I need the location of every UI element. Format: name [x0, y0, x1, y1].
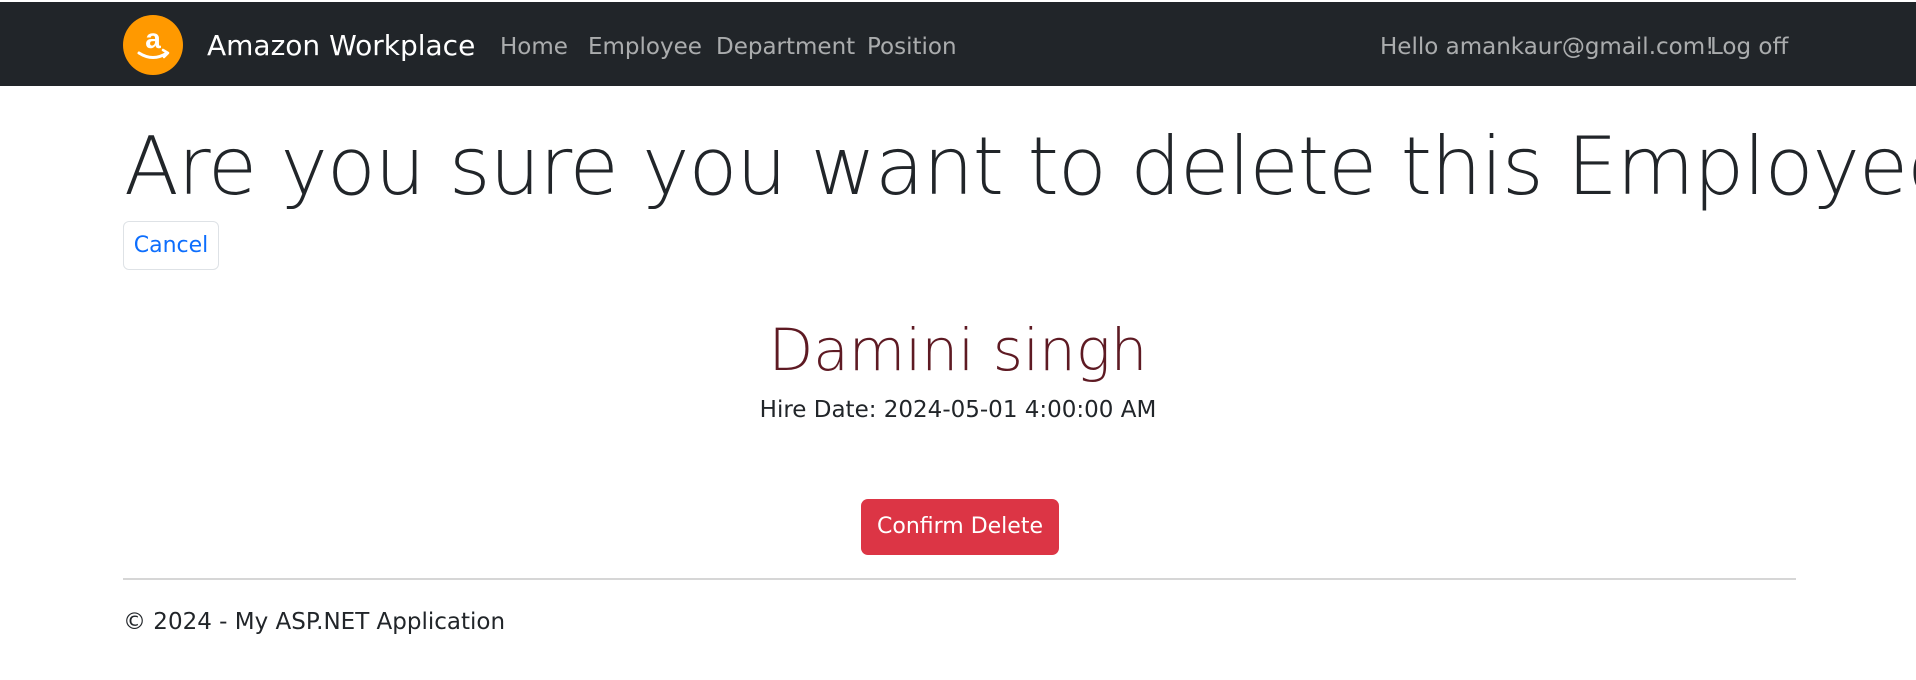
hire-date: Hire Date: 2024-05-01 4:00:00 AM	[759, 397, 1157, 423]
brand-link[interactable]: Amazon Workplace	[207, 26, 475, 66]
footer-divider	[123, 578, 1796, 580]
nav-employee[interactable]: Employee	[588, 30, 702, 64]
confirm-delete-button[interactable]: Confirm Delete	[861, 499, 1059, 555]
footer-copyright: © 2024 - My ASP.NET Application	[123, 609, 506, 635]
employee-name: Damini singh	[768, 316, 1148, 384]
log-off-link[interactable]: Log off	[1710, 30, 1788, 64]
amazon-logo-icon[interactable]: a	[123, 15, 183, 75]
nav-position[interactable]: Position	[867, 30, 957, 64]
top-navbar: a Amazon Workplace Home Employee Departm…	[0, 2, 1916, 86]
nav-department[interactable]: Department	[716, 30, 855, 64]
user-greeting-link[interactable]: Hello amankaur@gmail.com!	[1380, 30, 1714, 64]
page-title: Are you sure you want to delete this Emp…	[124, 120, 1916, 213]
cancel-button[interactable]: Cancel	[123, 221, 219, 270]
logo-letter: a	[145, 23, 161, 54]
nav-home[interactable]: Home	[500, 30, 568, 64]
